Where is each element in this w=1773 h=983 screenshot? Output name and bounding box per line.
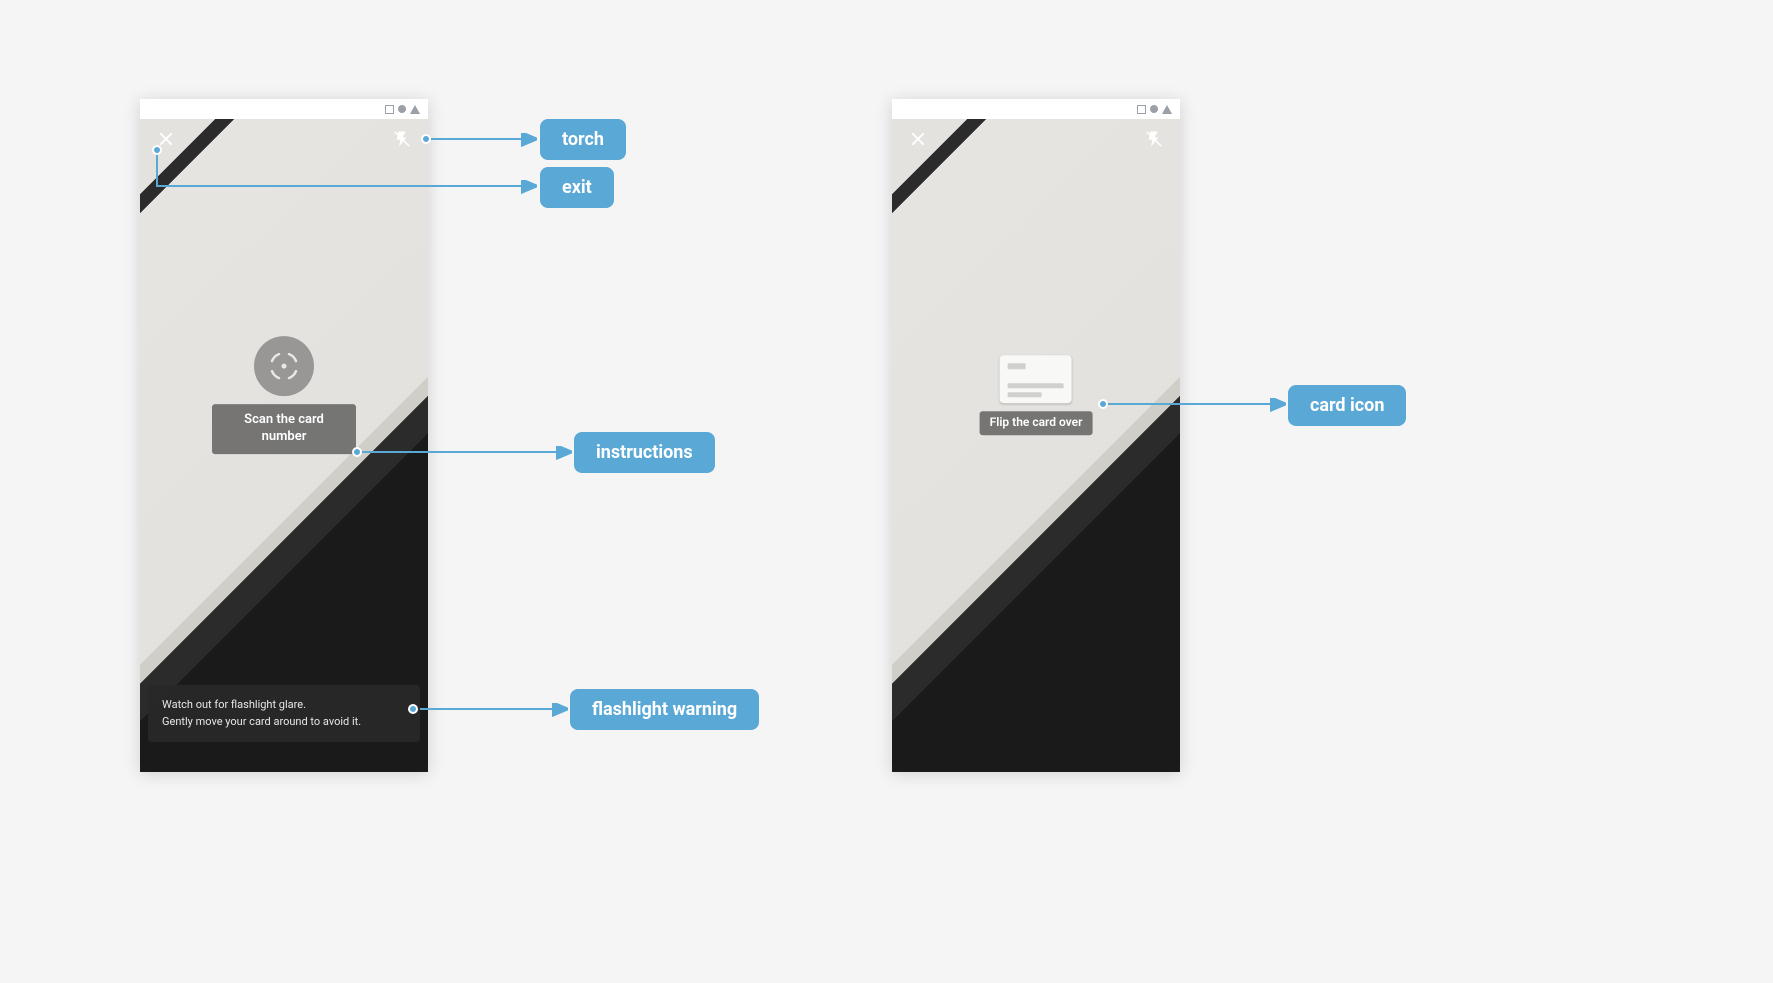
- annotation-marker: [352, 447, 362, 457]
- annotation-label-instructions: instructions: [574, 432, 715, 473]
- scan-overlay: Scan the card number: [212, 336, 356, 454]
- close-icon: [909, 130, 927, 148]
- annotation-marker: [152, 145, 162, 155]
- card-back-icon: [1000, 355, 1072, 403]
- annotation-marker: [1098, 399, 1108, 409]
- instruction-text: Flip the card over: [980, 411, 1093, 435]
- warning-line: Gently move your card around to avoid it…: [162, 714, 406, 731]
- statusbar-indicator-icon: [410, 105, 420, 114]
- statusbar-indicator-icon: [1137, 105, 1146, 114]
- annotation-label-exit: exit: [540, 167, 614, 208]
- close-button[interactable]: [906, 127, 930, 151]
- flashlight-warning: Watch out for flashlight glare. Gently m…: [148, 685, 420, 742]
- warning-line: Watch out for flashlight glare.: [162, 697, 406, 714]
- status-bar: [140, 99, 428, 119]
- phone-screen-scan: Scan the card number Watch out for flash…: [140, 99, 428, 772]
- phone-screen-flip: Flip the card over: [892, 99, 1180, 772]
- statusbar-indicator-icon: [398, 105, 406, 113]
- instruction-text: Scan the card number: [212, 404, 356, 454]
- camera-preview: [892, 119, 1180, 772]
- annotation-marker: [408, 704, 418, 714]
- annotation-marker: [421, 134, 431, 144]
- status-bar: [892, 99, 1180, 119]
- annotation-label-flashlight-warning: flashlight warning: [570, 689, 759, 730]
- annotation-label-torch: torch: [540, 119, 626, 160]
- camera-top-bar: [892, 127, 1180, 151]
- statusbar-indicator-icon: [385, 105, 394, 114]
- focus-reticle-icon: [254, 336, 314, 396]
- flash-off-icon: [1145, 130, 1163, 148]
- torch-button[interactable]: [390, 127, 414, 151]
- camera-top-bar: [140, 127, 428, 151]
- flash-off-icon: [393, 130, 411, 148]
- statusbar-indicator-icon: [1150, 105, 1158, 113]
- statusbar-indicator-icon: [1162, 105, 1172, 114]
- flip-overlay: Flip the card over: [980, 355, 1093, 435]
- annotation-label-card-icon: card icon: [1288, 385, 1406, 426]
- torch-button[interactable]: [1142, 127, 1166, 151]
